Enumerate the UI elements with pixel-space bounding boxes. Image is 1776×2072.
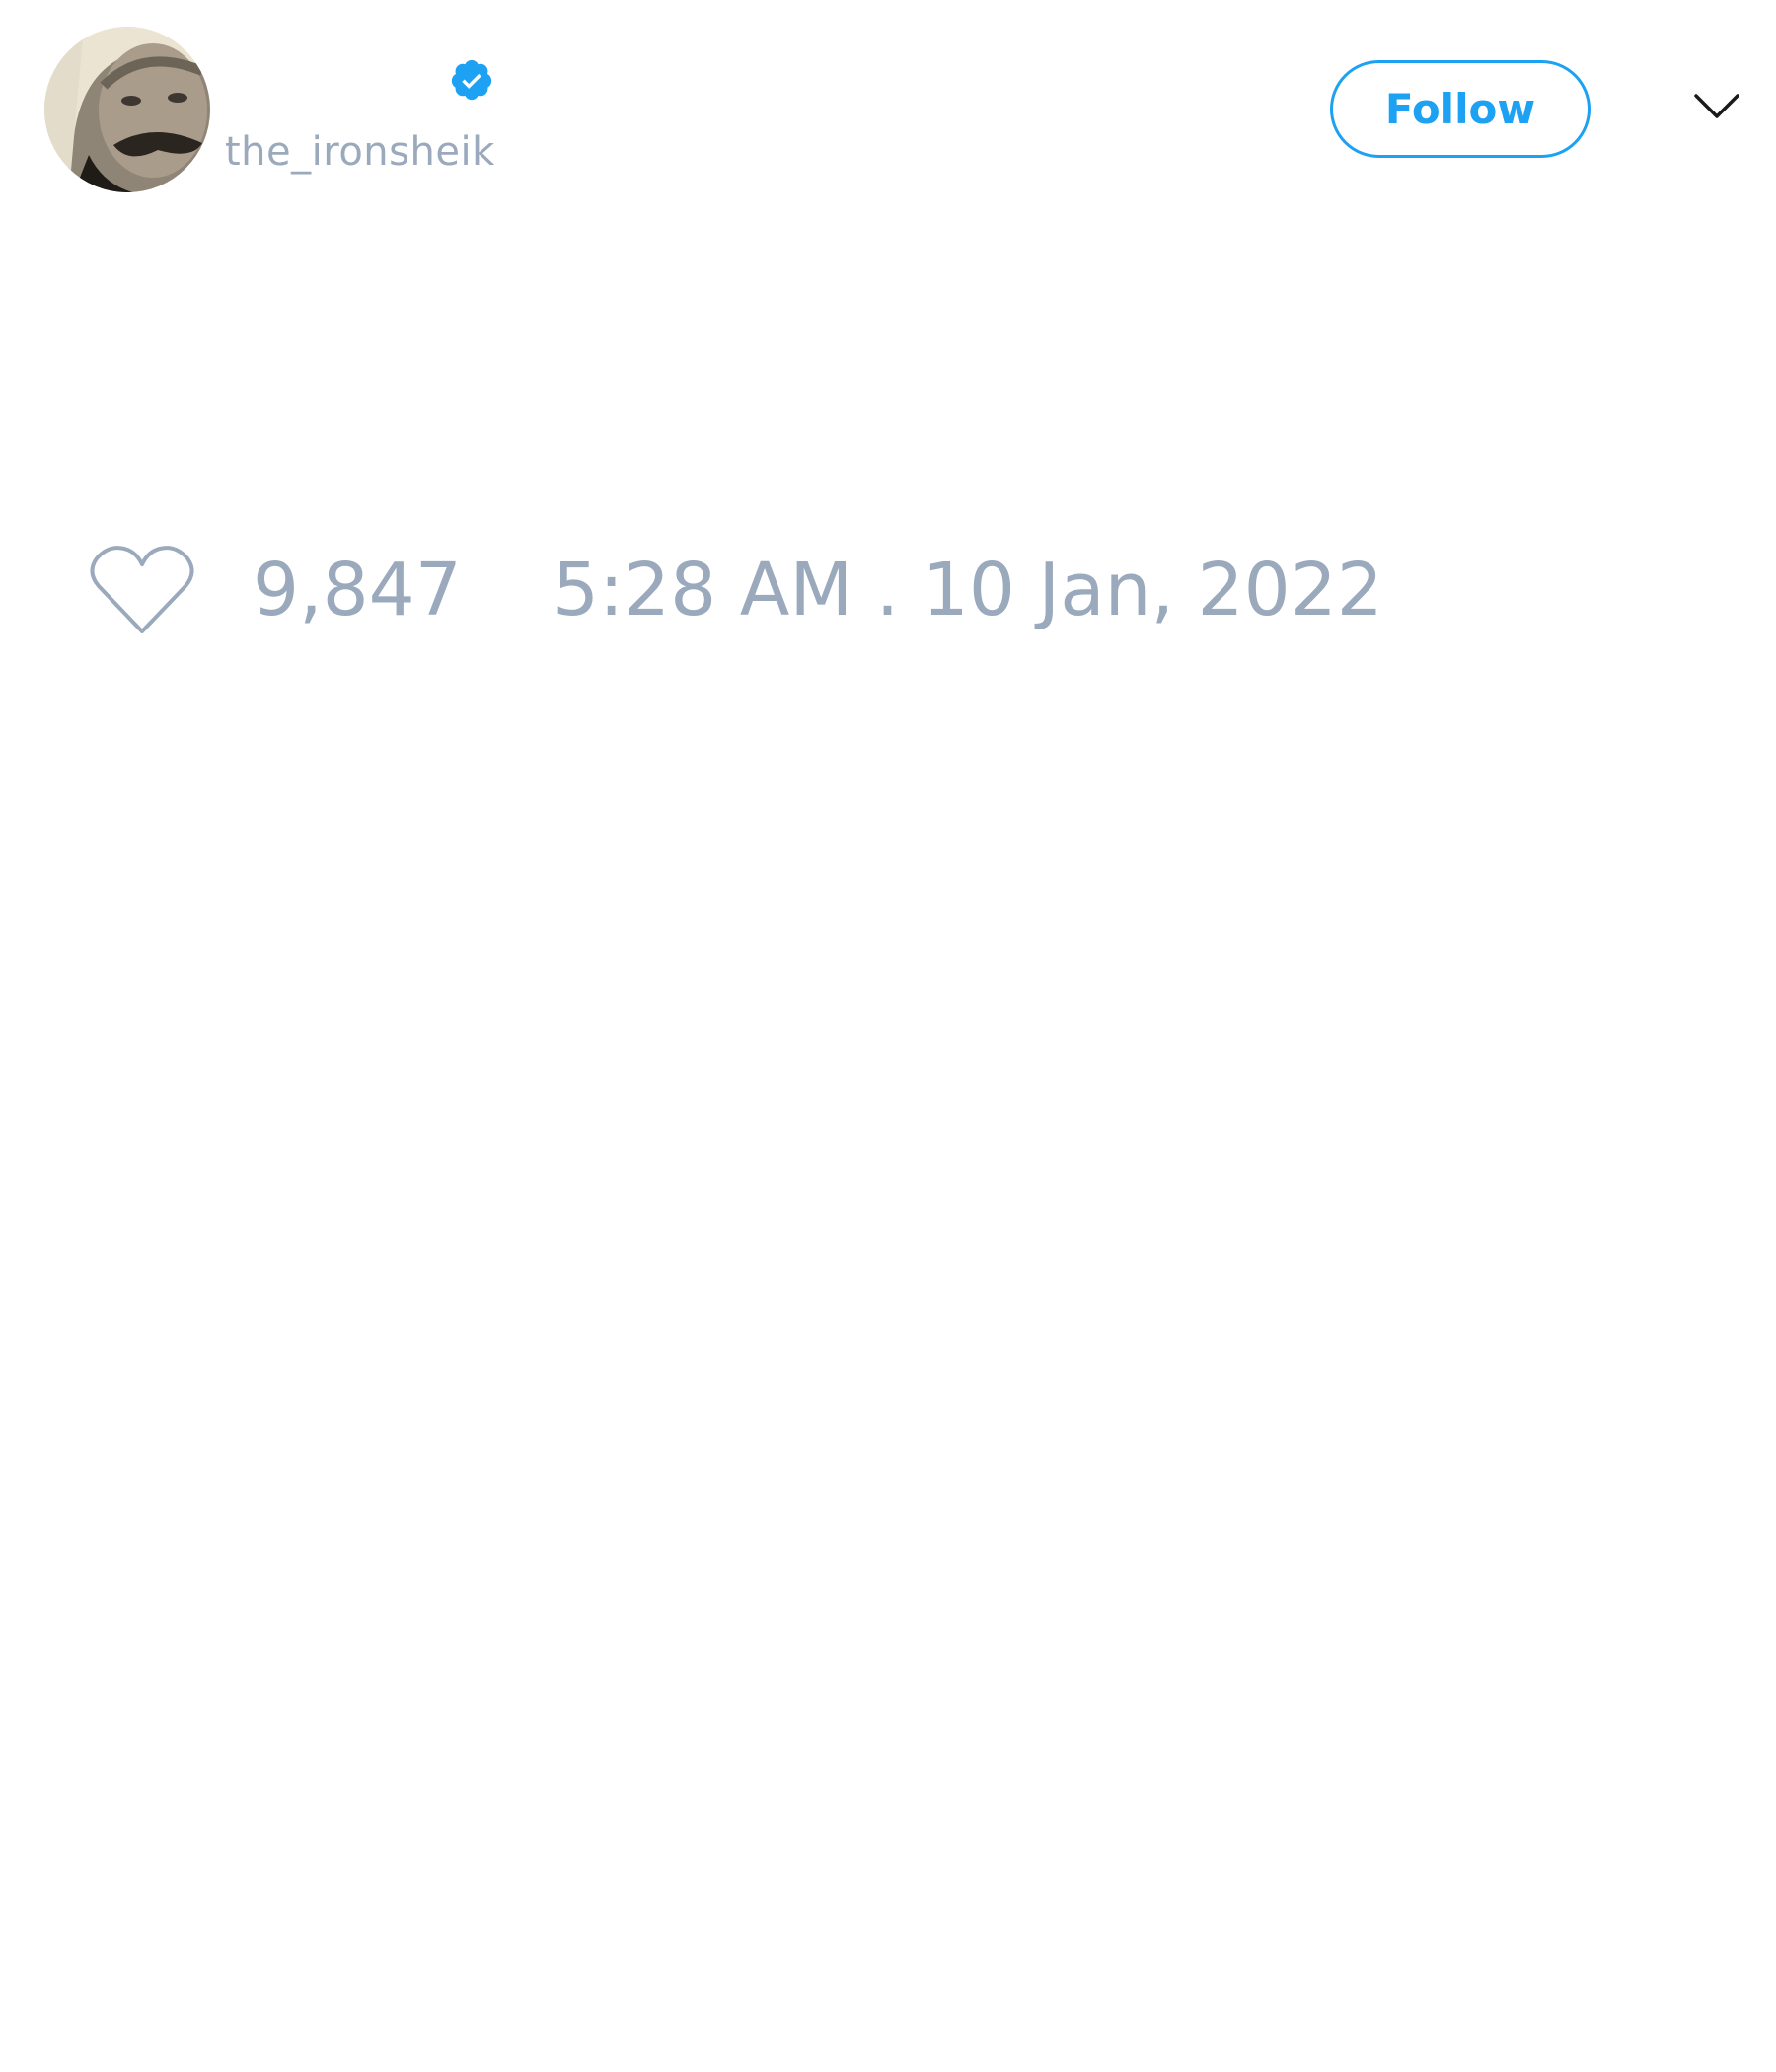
like-group xyxy=(89,541,195,639)
author-avatar[interactable] xyxy=(44,27,210,192)
verified-badge-icon xyxy=(451,59,492,101)
chevron-down-icon[interactable] xyxy=(1693,91,1740,122)
author-handle[interactable]: the_ironsheik xyxy=(225,126,495,178)
follow-button[interactable]: Follow xyxy=(1330,60,1591,158)
tweet-timestamp[interactable]: 5:28 AM . 10 Jan, 2022 xyxy=(553,541,1383,639)
avatar-photo xyxy=(44,27,210,192)
like-count: 9,847 xyxy=(253,548,462,632)
heart-icon[interactable] xyxy=(89,543,195,637)
